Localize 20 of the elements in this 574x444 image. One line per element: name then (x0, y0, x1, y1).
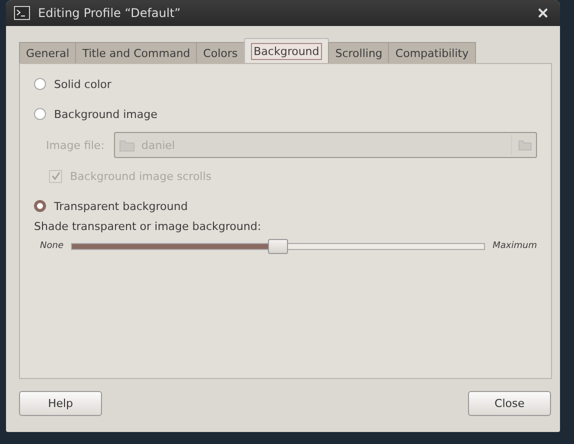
dialog-button[interactable]: Close (468, 391, 551, 416)
tab[interactable]: Background (244, 38, 330, 63)
radio-option[interactable]: Transparent background (34, 198, 537, 214)
slider-label: Shade transparent or image background: (34, 220, 262, 233)
tab[interactable]: Scrolling (328, 42, 390, 63)
checkmark-icon (50, 171, 60, 181)
close-icon[interactable] (538, 8, 548, 18)
radio-option[interactable]: Solid color (34, 76, 537, 92)
folder-icon (119, 138, 136, 152)
dialog-button[interactable]: Help (19, 391, 102, 416)
tab[interactable]: Colors (196, 42, 245, 63)
window-title: Editing Profile “Default” (38, 6, 182, 20)
max-label: Maximum (492, 241, 537, 251)
terminal-icon (14, 6, 30, 20)
tab[interactable]: Title and Command (75, 42, 198, 63)
min-label: None (40, 241, 64, 251)
tab[interactable]: General (19, 42, 76, 63)
tab[interactable]: Compatibility (388, 42, 476, 63)
field-label: Image file: (46, 138, 104, 152)
radio-option[interactable]: Background image (34, 106, 537, 122)
